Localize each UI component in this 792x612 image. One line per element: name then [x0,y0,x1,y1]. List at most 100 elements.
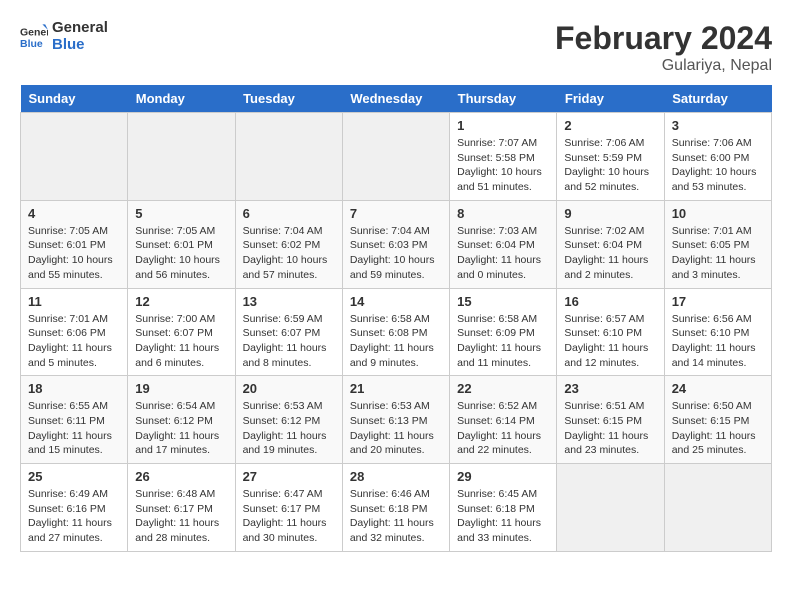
calendar-cell: 28Sunrise: 6:46 AMSunset: 6:18 PMDayligh… [342,464,449,552]
calendar-cell: 20Sunrise: 6:53 AMSunset: 6:12 PMDayligh… [235,376,342,464]
calendar-cell: 13Sunrise: 6:59 AMSunset: 6:07 PMDayligh… [235,288,342,376]
calendar-cell: 12Sunrise: 7:00 AMSunset: 6:07 PMDayligh… [128,288,235,376]
day-info-line: Daylight: 10 hours and 52 minutes. [564,166,649,193]
day-info-line: Sunset: 6:03 PM [350,239,428,251]
day-info: Sunrise: 6:57 AMSunset: 6:10 PMDaylight:… [564,312,656,371]
day-info-line: Sunset: 6:18 PM [350,503,428,515]
day-info-line: Daylight: 11 hours and 30 minutes. [243,517,327,544]
calendar-cell: 6Sunrise: 7:04 AMSunset: 6:02 PMDaylight… [235,200,342,288]
day-header-sunday: Sunday [21,85,128,113]
day-info-line: Sunset: 6:01 PM [135,239,213,251]
day-number: 2 [564,118,656,133]
day-info: Sunrise: 7:06 AMSunset: 5:59 PMDaylight:… [564,136,656,195]
day-info-line: Daylight: 11 hours and 12 minutes. [564,342,648,369]
day-info-line: Sunrise: 6:45 AM [457,488,537,500]
day-info: Sunrise: 7:05 AM Sunset: 6:01 PM Daylight:… [28,224,120,283]
day-number: 10 [672,206,764,221]
logo-text-general: General [52,20,108,37]
day-info-line: Sunset: 6:01 PM [28,239,106,251]
day-info-line: Daylight: 11 hours and 28 minutes. [135,517,219,544]
calendar-cell: 7 Sunrise: 7:04 AMSunset: 6:03 PMDaylight… [342,200,449,288]
day-number: 3 [672,118,764,133]
day-info-line: Sunrise: 7:07 AM [457,137,537,149]
day-info-line: Sunset: 6:12 PM [135,415,213,427]
logo-icon: General Blue [20,23,48,51]
day-number: 7 [350,206,442,221]
day-info-line: Sunrise: 6:51 AM [564,400,644,412]
calendar-title: February 2024 [555,20,772,57]
calendar-cell: 15 Sunrise: 6:58 AM Sunset: 6:09 PM Dayligh… [450,288,557,376]
day-number: 27 [243,469,335,484]
calendar-cell: 10 Sunrise: 7:01 AMSunset: 6:05 PMDayligh… [664,200,771,288]
day-number: 6 [243,206,335,221]
logo-text-blue: Blue [52,37,108,54]
day-info: Sunrise: 7:04 AMSunset: 6:03 PMDaylight:… [350,224,442,283]
day-info-line: Sunset: 6:17 PM [135,503,213,515]
day-info-line: Sunset: 6:16 PM [28,503,106,515]
day-info-line: Sunset: 6:04 PM [457,239,535,251]
day-info-line: Daylight: 11 hours and 3 minutes. [672,254,756,281]
day-info: Sunrise: 7:06 AMSunset: 6:00 PMDaylight:… [672,136,764,195]
day-info-line: Daylight: 11 hours and 27 minutes. [28,517,112,544]
day-info: Sunrise: 7:05 AMSunset: 6:01 PMDaylight:… [135,224,227,283]
day-info-line: Sunset: 6:10 PM [672,327,750,339]
day-info: Sunrise: 6:47 AMSunset: 6:17 PMDaylight:… [243,487,335,546]
calendar-cell: 18Sunrise: 6:55 AMSunset: 6:11 PMDayligh… [21,376,128,464]
calendar-cell: 17Sunrise: 6:56 AMSunset: 6:10 PMDayligh… [664,288,771,376]
day-info: Sunrise: 6:53 AMSunset: 6:12 PMDaylight:… [243,399,335,458]
day-info-line: Daylight: 11 hours and 14 minutes. [672,342,756,369]
day-info-line: Sunset: 6:07 PM [135,327,213,339]
calendar-cell: 25Sunrise: 6:49 AMSunset: 6:16 PMDayligh… [21,464,128,552]
day-number: 26 [135,469,227,484]
day-info-line: Daylight: 11 hours and 32 minutes. [350,517,434,544]
day-info-line: Sunrise: 6:53 AM [350,400,430,412]
calendar-cell [664,464,771,552]
day-info-line: Daylight: 11 hours and 17 minutes. [135,430,219,457]
calendar-cell: 9Sunrise: 7:02 AMSunset: 6:04 PMDaylight… [557,200,664,288]
day-info-line: Sunrise: 6:50 AM [672,400,752,412]
day-number: 23 [564,381,656,396]
day-header-saturday: Saturday [664,85,771,113]
day-info-line: Daylight: 10 hours and 56 minutes. [135,254,220,281]
day-info: Sunrise: 7:01 AMSunset: 6:05 PMDaylight:… [672,224,764,283]
calendar-cell: 24Sunrise: 6:50 AMSunset: 6:15 PMDayligh… [664,376,771,464]
day-info: Sunrise: 6:51 AMSunset: 6:15 PMDaylight:… [564,399,656,458]
day-info-line: Sunrise: 6:58 AM [350,313,430,325]
calendar-week-row: 4Sunrise: 7:05 AMSunset: 6:01 PMDaylight… [21,200,772,288]
day-info-line: Sunset: 6:12 PM [243,415,321,427]
day-number: 28 [350,469,442,484]
day-header-monday: Monday [128,85,235,113]
calendar-cell [128,113,235,201]
day-header-friday: Friday [557,85,664,113]
day-info: Sunrise: 7:01 AMSunset: 6:06 PMDaylight:… [28,312,120,371]
calendar-cell [235,113,342,201]
calendar-cell: 29Sunrise: 6:45 AMSunset: 6:18 PMDayligh… [450,464,557,552]
day-info-line: Sunrise: 7:01 AM [672,225,752,237]
svg-text:Blue: Blue [20,37,43,49]
day-number: 18 [28,381,120,396]
calendar-cell [557,464,664,552]
day-info-line: Daylight: 11 hours and 11 minutes. [457,342,541,369]
day-number: 25 [28,469,120,484]
day-info: Sunrise: 7:02 AMSunset: 6:04 PMDaylight:… [564,224,656,283]
day-info-line: Daylight: 10 hours and 59 minutes. [350,254,435,281]
calendar-cell: 14Sunrise: 6:58 AMSunset: 6:08 PMDayligh… [342,288,449,376]
day-info-line: Daylight: 11 hours and 33 minutes. [457,517,541,544]
calendar-cell: 5 Sunrise: 7:05 AMSunset: 6:01 PMDaylight… [128,200,235,288]
day-info-line: Sunset: 6:09 PM [457,327,535,339]
day-info-line: Sunrise: 6:52 AM [457,400,537,412]
day-info: Sunrise: 6:48 AMSunset: 6:17 PMDaylight:… [135,487,227,546]
day-info-line: Sunset: 6:15 PM [672,415,750,427]
day-info-line: Sunrise: 7:05 AM [28,225,108,237]
day-info-line: Daylight: 10 hours and 55 minutes. [28,254,113,281]
day-info-line: Sunrise: 6:58 AM [457,313,537,325]
day-info-line: Sunrise: 6:56 AM [672,313,752,325]
day-info-line: Daylight: 11 hours and 15 minutes. [28,430,112,457]
day-info-line: Daylight: 11 hours and 9 minutes. [350,342,434,369]
day-info-line: Daylight: 10 hours and 57 minutes. [243,254,328,281]
calendar-cell [342,113,449,201]
day-header-tuesday: Tuesday [235,85,342,113]
calendar-cell: 1Sunrise: 7:07 AMSunset: 5:58 PMDaylight… [450,113,557,201]
day-number: 5 [135,206,227,221]
day-number: 15 [457,294,549,309]
